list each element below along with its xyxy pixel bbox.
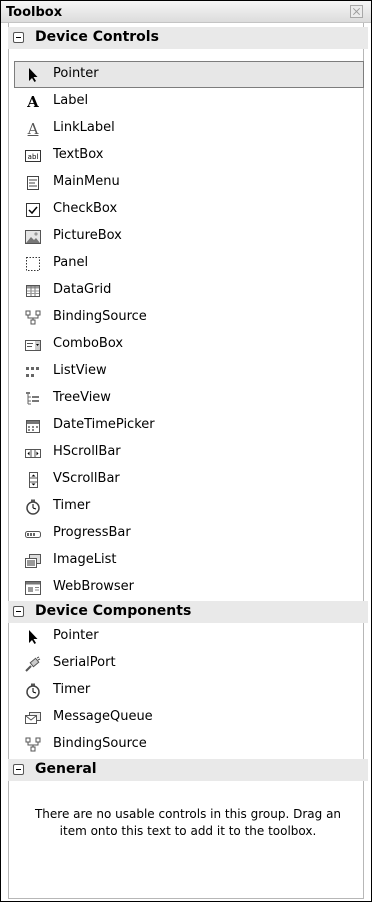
- tool-item-label[interactable]: A Label: [14, 88, 364, 115]
- tool-item-imagelist[interactable]: ImageList: [14, 547, 364, 574]
- tool-item-label: DateTimePicker: [53, 417, 155, 432]
- panel-icon: [25, 256, 41, 272]
- hscrollbar-icon: [25, 445, 41, 461]
- tool-item-label: WebBrowser: [53, 579, 135, 594]
- tool-item-webbrowser[interactable]: WebBrowser: [14, 574, 364, 601]
- tool-item-label: ProgressBar: [53, 525, 131, 540]
- tool-item-linklabel[interactable]: A LinkLabel: [14, 115, 364, 142]
- group-label: Device Controls: [35, 29, 159, 45]
- pointer-icon: [25, 629, 41, 645]
- tool-item-hscrollbar[interactable]: HScrollBar: [14, 439, 364, 466]
- bindingsource-icon: [25, 737, 41, 753]
- group-label: Device Components: [35, 603, 192, 619]
- tool-item-progressbar[interactable]: ProgressBar: [14, 520, 364, 547]
- tool-item-label: ListView: [53, 363, 107, 378]
- tool-item-vscrollbar[interactable]: VScrollBar: [14, 466, 364, 493]
- webbrowser-icon: [25, 580, 41, 596]
- tool-item-label: SerialPort: [53, 655, 116, 670]
- tool-item-mainmenu[interactable]: MainMenu: [14, 169, 364, 196]
- tool-item-label: TextBox: [53, 147, 104, 162]
- close-icon[interactable]: [350, 5, 363, 18]
- tool-item-pointer[interactable]: Pointer: [14, 623, 364, 650]
- tool-item-bindingsource[interactable]: BindingSource: [14, 731, 364, 758]
- tool-item-datagrid[interactable]: DataGrid: [14, 277, 364, 304]
- tool-item-label: Pointer: [53, 66, 99, 81]
- tool-item-listview[interactable]: ListView: [14, 358, 364, 385]
- treeview-icon: [25, 391, 41, 407]
- toolbox-title: Toolbox: [6, 5, 63, 20]
- picturebox-icon: [25, 229, 41, 245]
- tool-item-timer[interactable]: Timer: [14, 677, 364, 704]
- tool-item-label: BindingSource: [53, 309, 147, 324]
- tool-item-label: DataGrid: [53, 282, 112, 297]
- tool-item-panel[interactable]: Panel: [14, 250, 364, 277]
- label-icon: A: [27, 93, 39, 111]
- svg-text:abl: abl: [28, 153, 39, 161]
- tool-item-label: MainMenu: [53, 174, 120, 189]
- datagrid-icon: [25, 283, 41, 299]
- tool-item-datetimepicker[interactable]: DateTimePicker: [14, 412, 364, 439]
- tool-item-label: BindingSource: [53, 736, 147, 751]
- tool-item-bindingsource[interactable]: BindingSource: [14, 304, 364, 331]
- group-header-general[interactable]: General: [8, 759, 368, 781]
- tool-item-textbox[interactable]: abl TextBox: [14, 142, 364, 169]
- tool-item-label: LinkLabel: [53, 120, 115, 135]
- tool-item-combobox[interactable]: ComboBox: [14, 331, 364, 358]
- toolbox-window: Toolbox Device Controls Pointer A Label …: [0, 0, 372, 902]
- tool-item-label: TreeView: [53, 390, 111, 405]
- combobox-icon: [25, 337, 41, 353]
- toolbox-titlebar: Toolbox: [1, 1, 371, 23]
- tool-item-label: Timer: [53, 498, 91, 513]
- tool-item-label: ComboBox: [53, 336, 124, 351]
- textbox-icon: abl: [25, 148, 41, 164]
- tool-item-pointer[interactable]: Pointer: [14, 61, 364, 88]
- tool-item-messagequeue[interactable]: MessageQueue: [14, 704, 364, 731]
- empty-group-message: There are no usable controls in this gro…: [34, 807, 342, 838]
- vscrollbar-icon: [25, 472, 41, 488]
- collapse-icon[interactable]: [13, 606, 24, 617]
- tool-item-serialport[interactable]: SerialPort: [14, 650, 364, 677]
- tool-item-label: Panel: [53, 255, 89, 270]
- mainmenu-icon: [25, 175, 41, 191]
- serialport-icon: [25, 656, 41, 672]
- group-header-device-components[interactable]: Device Components: [8, 601, 368, 623]
- pointer-icon: [25, 67, 41, 83]
- listview-icon: [25, 364, 41, 380]
- timer-icon: [25, 683, 41, 699]
- tool-item-label: CheckBox: [53, 201, 118, 216]
- tool-item-picturebox[interactable]: PictureBox: [14, 223, 364, 250]
- group-label: General: [35, 761, 97, 777]
- tool-item-label: MessageQueue: [53, 709, 153, 724]
- tool-item-label: Timer: [53, 682, 91, 697]
- collapse-icon[interactable]: [13, 764, 24, 775]
- checkbox-icon: [25, 202, 41, 218]
- tool-item-checkbox[interactable]: CheckBox: [14, 196, 364, 223]
- bindingsource-icon: [25, 310, 41, 326]
- progressbar-icon: [25, 526, 41, 542]
- tool-item-label: HScrollBar: [53, 444, 121, 459]
- group-header-device-controls[interactable]: Device Controls: [8, 27, 368, 49]
- tool-item-label: Pointer: [53, 628, 99, 643]
- tool-item-label: ImageList: [53, 552, 117, 567]
- datetimepicker-icon: [25, 418, 41, 434]
- tool-item-treeview[interactable]: TreeView: [14, 385, 364, 412]
- tool-item-timer[interactable]: Timer: [14, 493, 364, 520]
- tool-item-label: Label: [53, 93, 89, 108]
- imagelist-icon: [25, 553, 41, 569]
- collapse-icon[interactable]: [13, 32, 24, 43]
- messagequeue-icon: [25, 710, 41, 726]
- tool-item-label: PictureBox: [53, 228, 122, 243]
- linklabel-icon: A: [27, 120, 39, 138]
- timer-icon: [25, 499, 41, 515]
- tool-item-label: VScrollBar: [53, 471, 120, 486]
